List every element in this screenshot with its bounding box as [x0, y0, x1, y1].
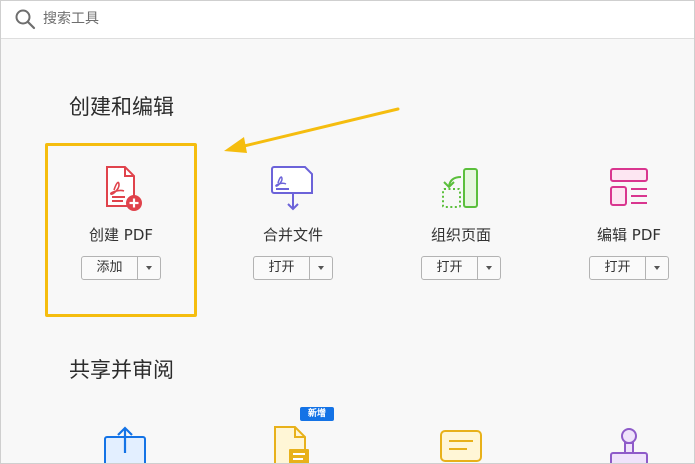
search-icon: [15, 9, 36, 30]
new-badge: 新增: [300, 407, 334, 421]
section-title-share-review: 共享并审阅: [69, 358, 174, 382]
tool-label: 组织页面: [430, 226, 491, 244]
search-input[interactable]: [43, 7, 663, 31]
add-split-button[interactable]: 添加: [81, 256, 161, 280]
arrow-annotation: [224, 107, 400, 153]
chevron-down-icon[interactable]: [310, 257, 332, 279]
tool-label: 编辑 PDF: [597, 226, 661, 244]
stamp-icon[interactable]: [603, 425, 655, 464]
open-split-button[interactable]: 打开: [253, 256, 333, 280]
create-pdf-icon: [106, 166, 142, 211]
send-for-comments-icon[interactable]: [267, 425, 319, 464]
open-button[interactable]: 打开: [590, 257, 646, 279]
tool-edit-pdf[interactable]: 编辑 PDF 打开: [553, 163, 694, 283]
comment-icon[interactable]: [435, 429, 487, 464]
tool-label: 创建 PDF: [89, 226, 153, 244]
edit-pdf-icon: [610, 168, 648, 206]
search-bar: [1, 1, 694, 39]
organize-pages-icon: [442, 168, 478, 208]
open-split-button[interactable]: 打开: [421, 256, 501, 280]
combine-files-icon: [271, 166, 313, 211]
chevron-down-icon[interactable]: [478, 257, 500, 279]
open-button[interactable]: 打开: [254, 257, 310, 279]
tools-panel: 创建和编辑 创建 PDF 添加 合并文件 打开: [0, 0, 695, 464]
add-button[interactable]: 添加: [82, 257, 138, 279]
open-button[interactable]: 打开: [422, 257, 478, 279]
chevron-down-icon[interactable]: [646, 257, 668, 279]
tool-label: 合并文件: [262, 226, 323, 244]
tool-create-pdf[interactable]: 创建 PDF 添加: [45, 163, 197, 283]
chevron-down-icon[interactable]: [138, 257, 160, 279]
tool-organize-pages[interactable]: 组织页面 打开: [385, 163, 537, 283]
tool-combine-files[interactable]: 合并文件 打开: [217, 163, 369, 283]
share-icon[interactable]: [99, 423, 151, 464]
open-split-button[interactable]: 打开: [589, 256, 669, 280]
section-title-create-edit: 创建和编辑: [69, 95, 174, 119]
